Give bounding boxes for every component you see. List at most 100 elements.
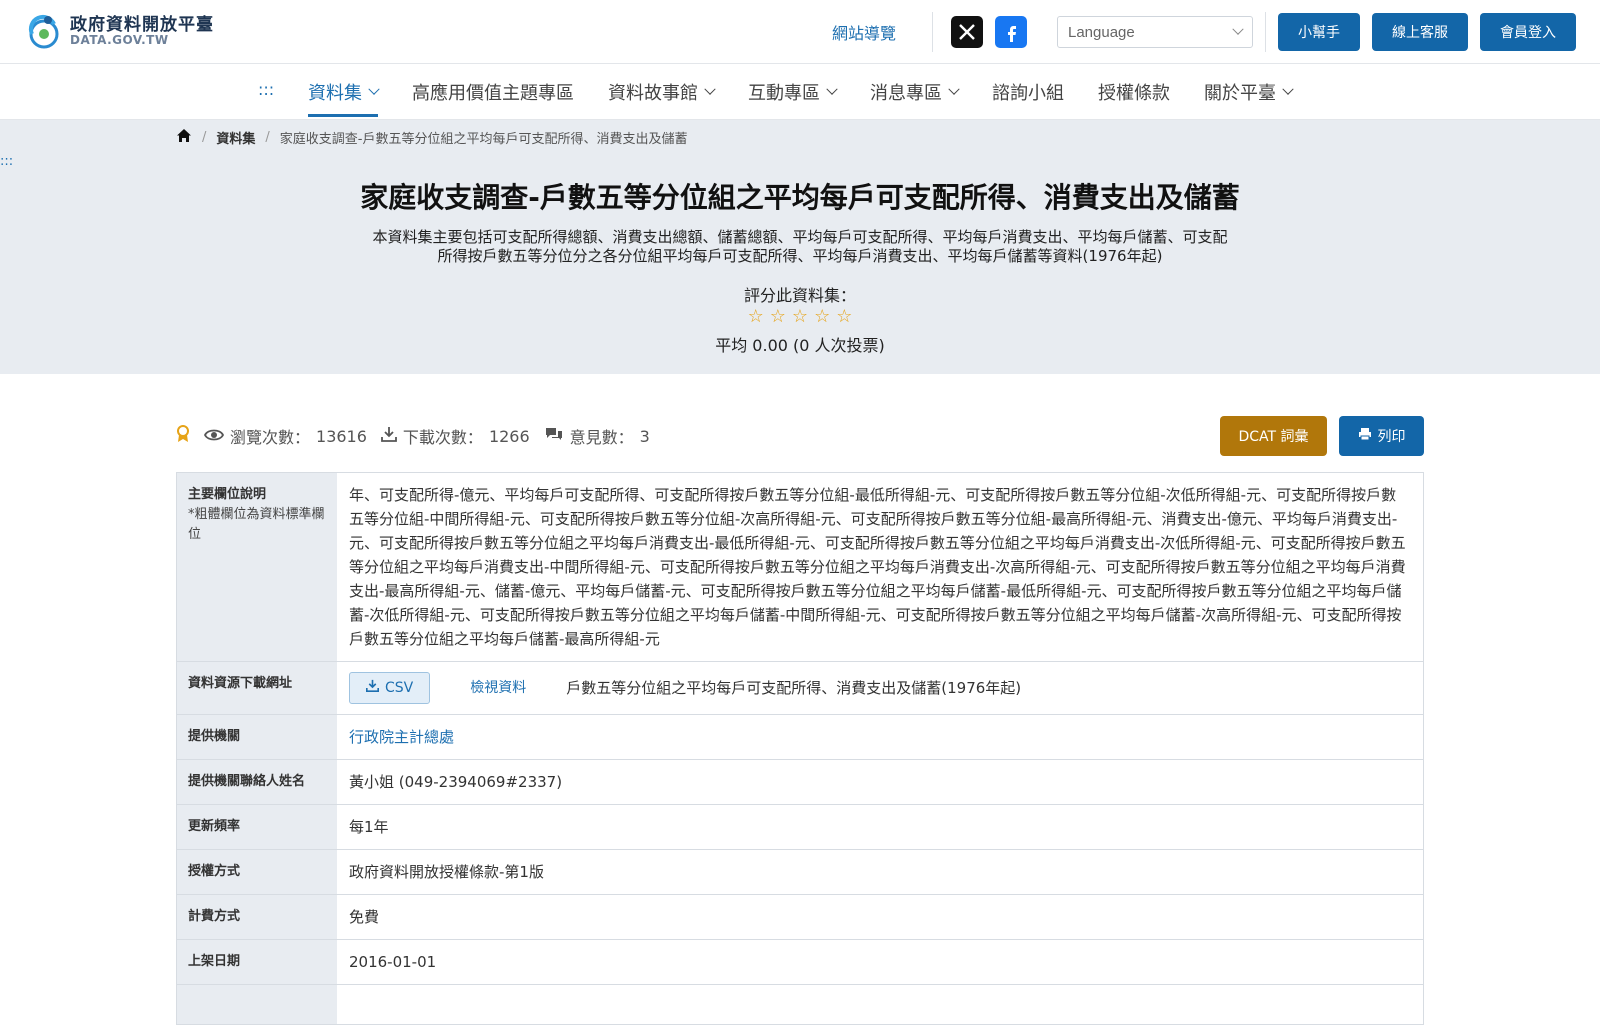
nav-label: 消息專區: [870, 82, 942, 104]
field-value: [337, 985, 1423, 1024]
breadcrumb: / 資料集 / 家庭收支調查-戶數五等分位組之平均每戶可支配所得、消費支出及儲蓄: [176, 128, 688, 147]
field-key: 主要欄位說明 *粗體欄位為資料標準欄位: [177, 473, 337, 661]
star-icon[interactable]: ☆: [814, 306, 830, 327]
chevron-down-icon: [368, 83, 380, 95]
table-row: 更新頻率 每1年: [177, 805, 1423, 850]
page-title: 家庭收支調查-戶數五等分位組之平均每戶可支配所得、消費支出及儲蓄: [360, 181, 1240, 214]
fields-hint: *粗體欄位為資料標準欄位: [188, 507, 325, 542]
rating-label: 評分此資料集：: [743, 286, 856, 305]
nav-item-high-value[interactable]: 高應用價值主題專區: [412, 64, 574, 120]
views-stat: 瀏覽次數： 13616: [203, 424, 367, 448]
divider: [1265, 12, 1266, 52]
nav-accesskey[interactable]: :::: [258, 80, 274, 99]
comments-stat: 意見數： 3: [544, 424, 650, 448]
rating-stars[interactable]: ☆ ☆ ☆ ☆ ☆: [0, 306, 1600, 327]
nav-label: 互動專區: [748, 82, 820, 104]
chevron-down-icon: [1282, 83, 1294, 95]
home-icon[interactable]: [176, 128, 192, 147]
download-icon: [381, 426, 397, 446]
nav-label: 關於平臺: [1204, 82, 1276, 104]
fee-value: 免費: [349, 908, 380, 926]
download-url-label: 資料資源下載網址: [177, 662, 337, 714]
content-accesskey[interactable]: :::: [0, 154, 13, 169]
nav-item-news[interactable]: 消息專區: [870, 64, 960, 120]
table-row: 提供機關 行政院主計總處: [177, 715, 1423, 760]
chevron-down-icon: [1232, 23, 1244, 35]
chevron-down-icon: [704, 83, 716, 95]
contact-label: 提供機關聯絡人姓名: [177, 760, 337, 804]
language-select[interactable]: Language: [1057, 16, 1253, 48]
fields-value: 年、可支配所得-億元、平均每戶可支配所得、可支配所得按戶數五等分位組-最低所得組…: [349, 486, 1406, 648]
nav-item-data-stories[interactable]: 資料故事館: [608, 64, 716, 120]
print-button[interactable]: 列印: [1339, 416, 1424, 456]
downloads-count: 1266: [488, 426, 530, 446]
language-placeholder: Language: [1068, 23, 1135, 41]
star-icon[interactable]: ☆: [770, 306, 786, 327]
comments-icon: [544, 426, 564, 446]
views-count: 13616: [316, 426, 367, 446]
breadcrumb-current: 家庭收支調查-戶數五等分位組之平均每戶可支配所得、消費支出及儲蓄: [279, 132, 688, 147]
chevron-down-icon: [826, 83, 838, 95]
csv-label: CSV: [385, 680, 414, 696]
print-icon: [1358, 427, 1372, 445]
published-value: 2016-01-01: [349, 953, 437, 971]
nav-item-license[interactable]: 授權條款: [1098, 64, 1170, 120]
award-icon: [176, 425, 190, 447]
table-row: [177, 985, 1423, 1025]
online-service-button[interactable]: 線上客服: [1372, 13, 1468, 51]
resource-name: 戶數五等分位組之平均每戶可支配所得、消費支出及儲蓄(1976年起): [566, 679, 1022, 697]
star-icon[interactable]: ☆: [748, 306, 764, 327]
helper-button[interactable]: 小幫手: [1278, 13, 1360, 51]
downloads-label: 下載次數：: [402, 428, 483, 447]
divider: [932, 12, 933, 52]
breadcrumb-separator: /: [202, 130, 207, 145]
csv-download-button[interactable]: CSV: [349, 672, 431, 704]
nav-label: 資料故事館: [608, 82, 698, 104]
sitemap-link[interactable]: 網站導覽: [832, 20, 896, 44]
rating-average: 平均 0.00 (0 人次投票): [715, 336, 885, 355]
site-logo[interactable]: 政府資料開放平臺 DATA.GOV.TW: [24, 12, 214, 52]
nav-item-advisory[interactable]: 諮詢小組: [992, 64, 1064, 120]
facebook-icon[interactable]: [995, 16, 1027, 48]
chevron-down-icon: [948, 83, 960, 95]
metadata-table: 主要欄位說明 *粗體欄位為資料標準欄位 年、可支配所得-億元、平均每戶可支配所得…: [176, 472, 1424, 1025]
table-row: 主要欄位說明 *粗體欄位為資料標準欄位 年、可支配所得-億元、平均每戶可支配所得…: [177, 473, 1423, 662]
nav-item-datasets[interactable]: 資料集: [308, 64, 380, 120]
star-icon[interactable]: ☆: [836, 306, 852, 327]
member-login-button[interactable]: 會員登入: [1480, 13, 1576, 51]
contact-value: 黃小姐 (049-2394069#2337): [349, 773, 563, 791]
print-label: 列印: [1377, 429, 1406, 445]
table-row: 授權方式 政府資料開放授權條款-第1版: [177, 850, 1423, 895]
fee-label: 計費方式: [177, 895, 337, 939]
dataset-hero: / 資料集 / 家庭收支調查-戶數五等分位組之平均每戶可支配所得、消費支出及儲蓄…: [0, 120, 1600, 374]
nav-label: 高應用價值主題專區: [412, 82, 574, 104]
dcat-button[interactable]: DCAT 詞彙: [1220, 416, 1327, 456]
frequency-value: 每1年: [349, 818, 389, 836]
main-nav: ::: 資料集 高應用價值主題專區 資料故事館 互動專區 消息專區 諮詢小組 授…: [0, 64, 1600, 120]
nav-item-interactive[interactable]: 互動專區: [748, 64, 838, 120]
dataset-description: 本資料集主要包括可支配所得總額、消費支出總額、儲蓄總額、平均每戶可支配所得、平均…: [372, 228, 1228, 265]
breadcrumb-separator: /: [265, 130, 270, 145]
downloads-stat: 下載次數： 1266: [381, 424, 530, 448]
breadcrumb-datasets[interactable]: 資料集: [216, 128, 255, 147]
table-row: 提供機關聯絡人姓名 黃小姐 (049-2394069#2337): [177, 760, 1423, 805]
nav-item-about[interactable]: 關於平臺: [1204, 64, 1294, 120]
table-row: 資料資源下載網址 CSV 檢視資料 戶數五等分位組之平均每戶可支配所得、消費支出…: [177, 662, 1423, 715]
field-key: [177, 985, 337, 1024]
published-label: 上架日期: [177, 940, 337, 984]
top-header: 政府資料開放平臺 DATA.GOV.TW 網站導覽 Language 小幫手 線…: [0, 0, 1600, 64]
view-data-link[interactable]: 檢視資料: [470, 676, 526, 700]
views-label: 瀏覽次數：: [230, 428, 311, 447]
eye-icon: [203, 427, 225, 446]
fields-label: 主要欄位說明: [188, 487, 267, 502]
x-twitter-icon[interactable]: [951, 16, 983, 48]
logo-icon: [24, 12, 64, 52]
license-value: 政府資料開放授權條款-第1版: [349, 863, 544, 881]
logo-subtitle: DATA.GOV.TW: [70, 33, 169, 48]
comments-label: 意見數：: [569, 428, 634, 447]
table-row: 計費方式 免費: [177, 895, 1423, 940]
provider-link[interactable]: 行政院主計總處: [349, 728, 454, 746]
frequency-label: 更新頻率: [177, 805, 337, 849]
nav-label: 授權條款: [1098, 82, 1170, 104]
star-icon[interactable]: ☆: [792, 306, 808, 327]
